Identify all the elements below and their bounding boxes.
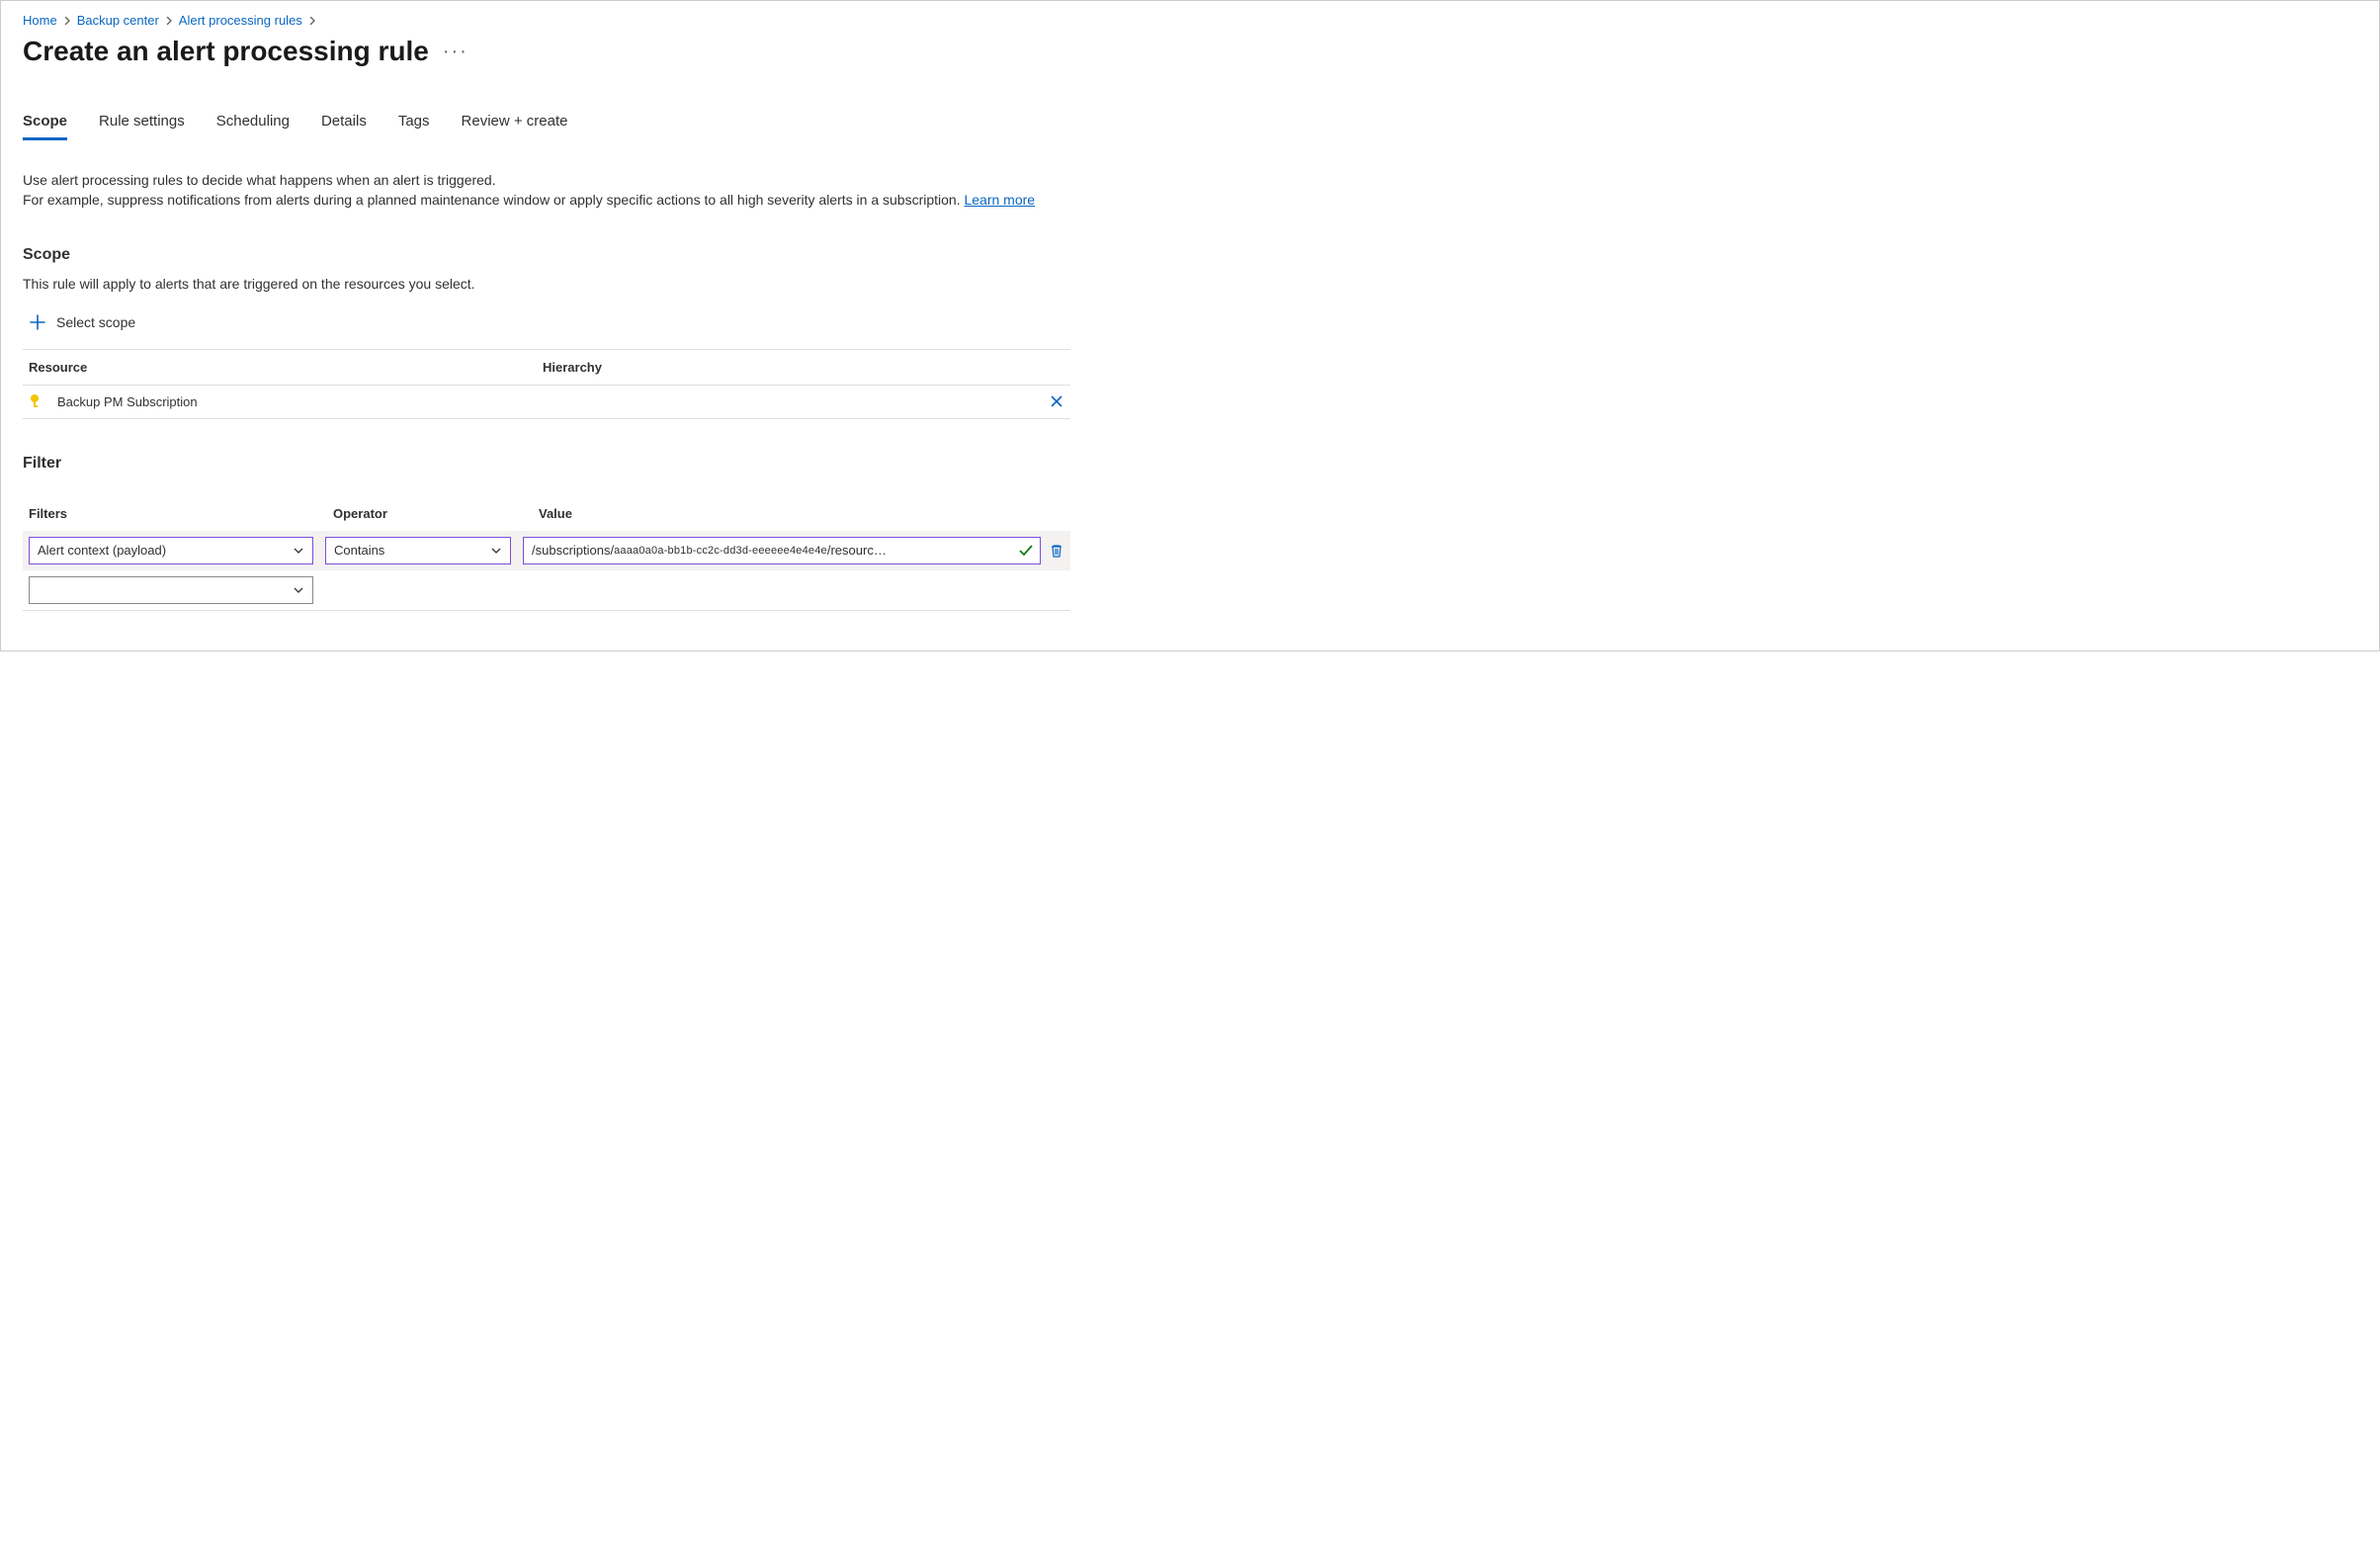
- chevron-down-icon: [293, 545, 304, 557]
- more-actions-icon[interactable]: ···: [443, 41, 468, 63]
- col-operator: Operator: [333, 506, 527, 521]
- filter-row-0: Alert context (payload) Contains /subscr…: [23, 531, 1070, 570]
- filter-header-row: Filters Operator Value: [23, 506, 1070, 531]
- select-scope-button[interactable]: Select scope: [23, 313, 135, 331]
- col-resource: Resource: [29, 360, 543, 375]
- filter-row-add: [23, 570, 1070, 611]
- chevron-down-icon: [293, 584, 304, 596]
- filter-type-value: Alert context (payload): [38, 543, 166, 558]
- scope-row-resource: Backup PM Subscription: [57, 394, 198, 409]
- col-filters: Filters: [29, 506, 321, 521]
- tab-review-create[interactable]: Review + create: [462, 113, 568, 140]
- tab-rule-settings[interactable]: Rule settings: [99, 113, 185, 140]
- tab-scheduling[interactable]: Scheduling: [216, 113, 290, 140]
- chevron-right-icon: [308, 17, 316, 25]
- breadcrumb: Home Backup center Alert processing rule…: [23, 11, 2357, 36]
- subscription-key-icon: [29, 393, 45, 410]
- filter-operator-select[interactable]: Contains: [325, 537, 511, 564]
- plus-icon: [29, 313, 46, 331]
- check-icon: [1018, 543, 1034, 559]
- scope-heading: Scope: [23, 246, 1070, 264]
- filter-grid: Filters Operator Value Alert context (pa…: [23, 506, 1070, 611]
- filter-value-prefix: /subscriptions/: [532, 543, 614, 558]
- intro-line2: For example, suppress notifications from…: [23, 192, 964, 208]
- scope-row: Backup PM Subscription: [23, 386, 1070, 419]
- breadcrumb-backup-center[interactable]: Backup center: [77, 13, 159, 28]
- intro-line1: Use alert processing rules to decide wha…: [23, 172, 496, 188]
- tabs: Scope Rule settings Scheduling Details T…: [23, 113, 2357, 140]
- filter-value-mono: aaaa0a0a-bb1b-cc2c-dd3d-eeeeee4e4e4e: [614, 545, 827, 557]
- breadcrumb-home[interactable]: Home: [23, 13, 57, 28]
- filter-value-suffix: /resourc…: [827, 543, 887, 558]
- chevron-down-icon: [490, 545, 502, 557]
- filter-operator-value: Contains: [334, 543, 384, 558]
- filter-value-input[interactable]: /subscriptions/aaaa0a0a-bb1b-cc2c-dd3d-e…: [523, 537, 1041, 564]
- chevron-right-icon: [165, 17, 173, 25]
- tab-details[interactable]: Details: [321, 113, 367, 140]
- tab-tags[interactable]: Tags: [398, 113, 430, 140]
- select-scope-label: Select scope: [56, 314, 135, 330]
- remove-scope-icon[interactable]: [1049, 393, 1064, 409]
- scope-table: Resource Hierarchy Backup PM Subscriptio…: [23, 349, 1070, 419]
- col-value: Value: [539, 506, 1070, 521]
- filter-heading: Filter: [23, 455, 1070, 473]
- page-title: Create an alert processing rule: [23, 36, 429, 67]
- scope-subtext: This rule will apply to alerts that are …: [23, 276, 1070, 292]
- scope-table-header: Resource Hierarchy: [23, 350, 1070, 386]
- tab-scope[interactable]: Scope: [23, 113, 67, 140]
- filter-type-select[interactable]: Alert context (payload): [29, 537, 313, 564]
- add-filter-select[interactable]: [29, 576, 313, 604]
- col-hierarchy: Hierarchy: [543, 360, 1025, 375]
- title-row: Create an alert processing rule ···: [23, 36, 2357, 67]
- chevron-right-icon: [63, 17, 71, 25]
- learn-more-link[interactable]: Learn more: [964, 192, 1035, 208]
- delete-filter-icon[interactable]: [1049, 543, 1064, 559]
- intro-text: Use alert processing rules to decide wha…: [23, 170, 1070, 211]
- breadcrumb-alert-processing-rules[interactable]: Alert processing rules: [179, 13, 302, 28]
